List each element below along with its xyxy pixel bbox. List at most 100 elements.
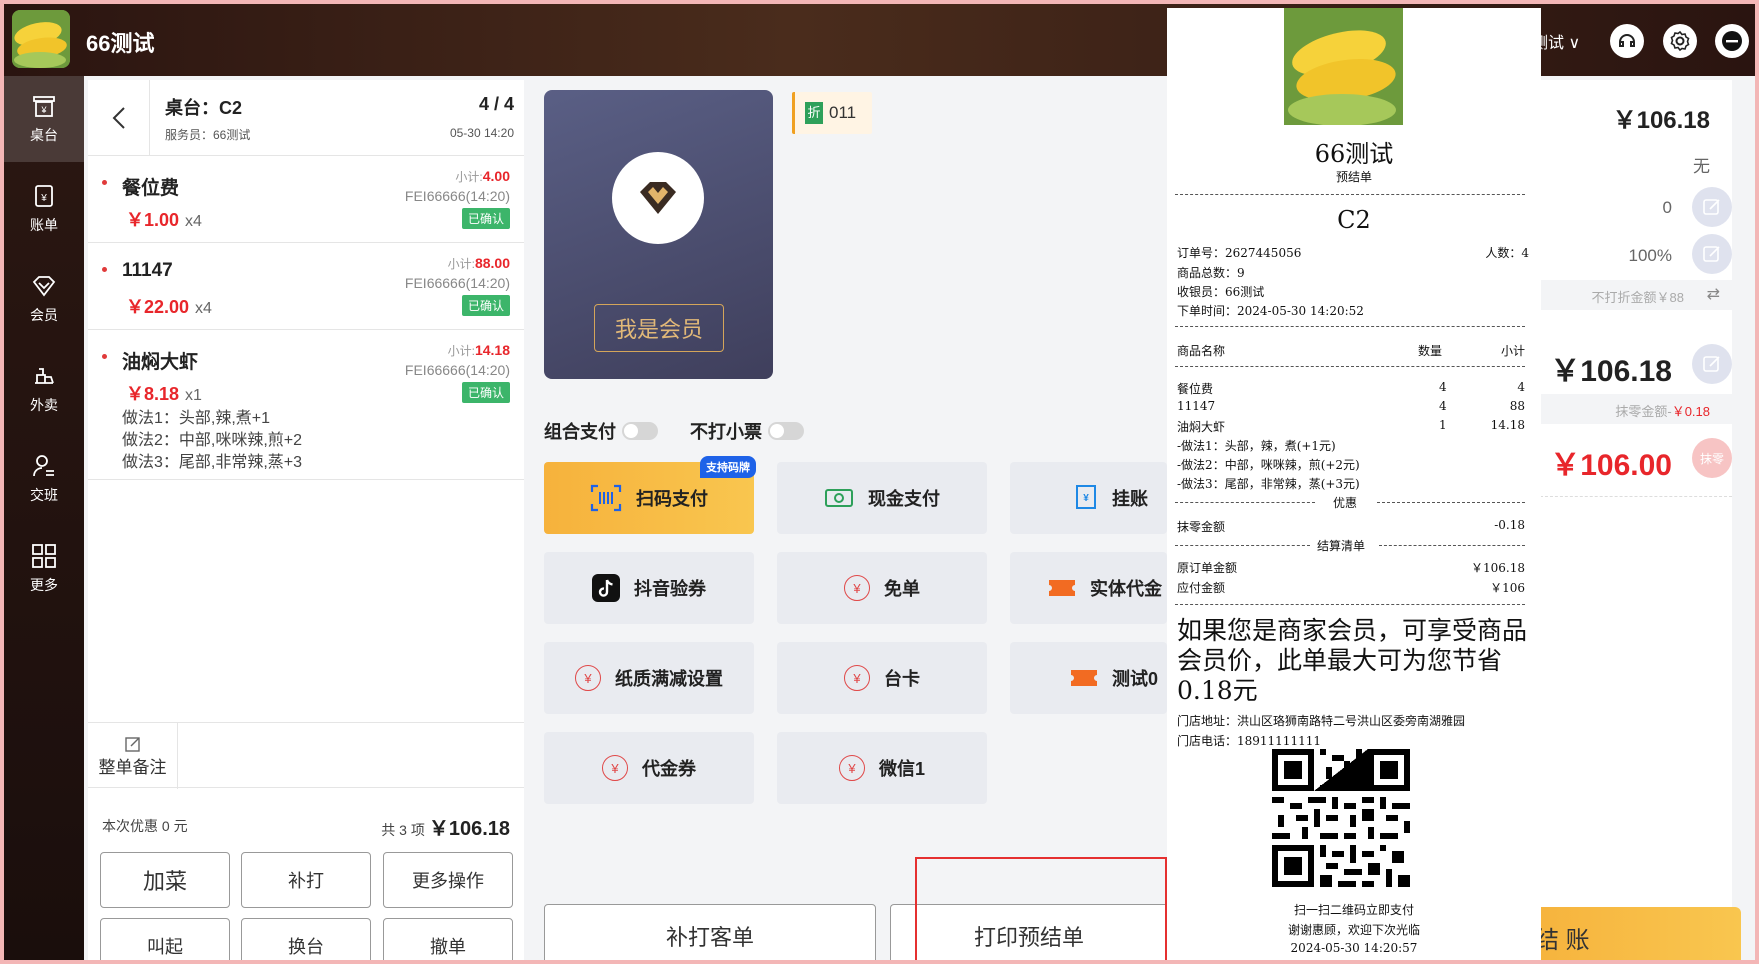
checkout-button[interactable]: 结 账 xyxy=(1519,907,1741,960)
add-dish-button[interactable]: 加菜 xyxy=(100,852,230,908)
receipt-item-total: 商品总数：9 xyxy=(1177,266,1245,280)
nav-delivery[interactable]: 外卖 xyxy=(4,346,84,432)
discount-tag[interactable]: 折 011 xyxy=(792,92,872,134)
status-badge: 已确认 xyxy=(461,208,510,229)
member-login-button[interactable]: 我是会员 xyxy=(594,304,724,352)
credit-icon: ¥ xyxy=(1074,484,1098,512)
receipt-divider xyxy=(1377,502,1525,503)
crown-icon xyxy=(612,152,704,244)
summary-percent: 100% xyxy=(1628,246,1672,265)
dish-row[interactable]: 11147 ￥22.00 x4 小计:88.00 FEI66666(14:20) … xyxy=(88,243,524,330)
receipt-scan-tip: 扫一扫二维码立即支付 xyxy=(1293,903,1414,917)
dish-qty: x4 xyxy=(185,213,202,230)
headset-icon[interactable] xyxy=(1610,24,1644,58)
edit-icon[interactable] xyxy=(1692,344,1732,384)
physical-voucher-button[interactable]: 实体代金 xyxy=(1010,552,1167,624)
guest-count: 4 / 4 xyxy=(478,94,514,114)
receipt-rounding-label: 抹零金额 xyxy=(1177,520,1226,534)
dish-row[interactable]: 餐位费 ￥1.00 x4 小计:4.00 FEI66666(14:20) 已确认 xyxy=(88,156,524,243)
receipt-phone: 门店电话：18911111111 xyxy=(1177,734,1321,748)
coupon-label: 代金券 xyxy=(642,759,696,779)
receipt-item-name: 油焖大虾 xyxy=(1177,420,1226,434)
reprint-customer-button[interactable]: 补打客单 xyxy=(544,904,876,960)
discount-text: 本次优惠 0 元 xyxy=(102,818,188,834)
yen-symbol: ¥ xyxy=(844,575,870,601)
toggle-switch[interactable] xyxy=(622,422,658,440)
wechat1-label: 微信1 xyxy=(878,759,925,779)
swap-icon[interactable]: ⇄ xyxy=(1707,284,1720,304)
more-actions-button[interactable]: 更多操作 xyxy=(383,852,513,908)
receipt-people: 人数：4 xyxy=(1485,246,1529,260)
yen-icon: ¥ xyxy=(602,755,628,781)
dish-qty: x4 xyxy=(195,300,212,317)
remark-bar: 整单备注 xyxy=(88,722,524,789)
paper-discount-label: 纸质满减设置 xyxy=(615,669,723,689)
change-table-button[interactable]: 换台 xyxy=(241,918,371,960)
side-nav: ¥ 桌台 ¥ 账单 会员 外卖 交班 更多 xyxy=(4,76,84,960)
douyin-voucher-label: 抖音验券 xyxy=(634,579,706,599)
receipt-order-time: 下单时间：2024-05-30 14:20:52 xyxy=(1177,304,1364,318)
order-remark-button[interactable]: 整单备注 xyxy=(88,723,178,789)
no-receipt-toggle[interactable]: 不打小票 xyxy=(690,418,804,444)
app-window: 66测试 测试 ∨ ¥ 桌台 ¥ 账单 会员 外卖 交班 更多 桌台：C2 服务… xyxy=(0,0,1759,964)
nav-bills[interactable]: ¥ 账单 xyxy=(4,166,84,252)
dish-price-value: ￥1.00 xyxy=(126,210,180,230)
nav-members[interactable]: 会员 xyxy=(4,256,84,342)
dish-code: FEI66666(14:20) xyxy=(404,275,510,291)
svg-text:¥: ¥ xyxy=(40,193,47,204)
combo-pay-toggle[interactable]: 组合支付 xyxy=(544,418,658,444)
rounding-button[interactable]: 抹零 xyxy=(1692,438,1732,478)
table-card-button[interactable]: ¥ 台卡 xyxy=(777,642,987,714)
scan-pay-label: 扫码支付 xyxy=(636,489,708,509)
receipt-cashier: 收银员：66测试 xyxy=(1177,285,1265,299)
order-panel: 桌台：C2 服务员：66测试 4 / 4 05-30 14:20 餐位费 ￥1.… xyxy=(88,80,524,960)
dish-dot xyxy=(102,180,107,185)
wechat1-button[interactable]: ¥ 微信1 xyxy=(777,732,987,804)
status-badge: 已确认 xyxy=(461,295,510,316)
nav-tables[interactable]: ¥ 桌台 xyxy=(4,76,84,162)
summary-none: 无 xyxy=(1693,157,1710,176)
settings-icon[interactable] xyxy=(1663,24,1697,58)
dish-name: 餐位费 xyxy=(122,178,180,199)
test0-button[interactable]: 测试0 xyxy=(1010,642,1167,714)
nav-more[interactable]: 更多 xyxy=(4,526,84,612)
paper-discount-button[interactable]: ¥ 纸质满减设置 xyxy=(544,642,754,714)
test0-label: 测试0 xyxy=(1112,669,1159,689)
edit-icon[interactable] xyxy=(1692,234,1732,274)
receipt-note: -做法3：尾部，非常辣，蒸(+3元) xyxy=(1177,477,1360,491)
cancel-order-button[interactable]: 撤单 xyxy=(383,918,513,960)
dish-name: 11147 xyxy=(122,260,173,281)
rounding-label: 抹零金额- xyxy=(1615,404,1672,419)
delivery-icon xyxy=(35,368,54,384)
order-total: 共 3 项 ￥106.18 xyxy=(381,812,510,841)
minimize-icon[interactable] xyxy=(1715,24,1749,58)
yen-symbol: ¥ xyxy=(602,755,628,781)
nav-label: 账单 xyxy=(30,217,58,233)
free-order-button[interactable]: ¥ 免单 xyxy=(777,552,987,624)
cash-pay-button[interactable]: 现金支付 xyxy=(777,462,987,534)
coupon-button[interactable]: ¥ 代金券 xyxy=(544,732,754,804)
nav-shift[interactable]: 交班 xyxy=(4,436,84,522)
edit-icon[interactable] xyxy=(1692,187,1732,227)
toggle-switch[interactable] xyxy=(768,422,804,440)
receipt-item-sub: 14.18 xyxy=(1490,418,1525,432)
nav-label: 外卖 xyxy=(30,397,58,413)
dish-subtotal-label: 小计: xyxy=(447,257,475,271)
receipt-item-sub: 88 xyxy=(1509,399,1525,413)
yen-symbol: ¥ xyxy=(838,755,865,781)
receipt-logo xyxy=(1284,8,1403,125)
credit-pay-button[interactable]: ¥ 挂账 xyxy=(1010,462,1167,534)
nav-label: 会员 xyxy=(30,307,58,323)
chevron-left-icon xyxy=(112,107,125,129)
receipt-item-qty: 4 xyxy=(1439,399,1447,413)
dish-row[interactable]: 油焖大虾 ￥8.18 x1 小计:14.18 FEI66666(14:20) 已确… xyxy=(88,330,524,480)
receipt-col-qty: 数量 xyxy=(1418,344,1443,358)
remark-label: 整单备注 xyxy=(98,757,167,777)
reprint-button[interactable]: 补打 xyxy=(241,852,371,908)
call-up-button[interactable]: 叫起 xyxy=(100,918,230,960)
waiter-label: 服务员：66测试 xyxy=(165,128,251,142)
douyin-voucher-button[interactable]: 抖音验券 xyxy=(544,552,754,624)
scan-pay-button[interactable]: 扫码支付 支持码牌 xyxy=(544,456,756,534)
receipt-divider xyxy=(1379,545,1525,546)
back-button[interactable] xyxy=(88,80,150,156)
